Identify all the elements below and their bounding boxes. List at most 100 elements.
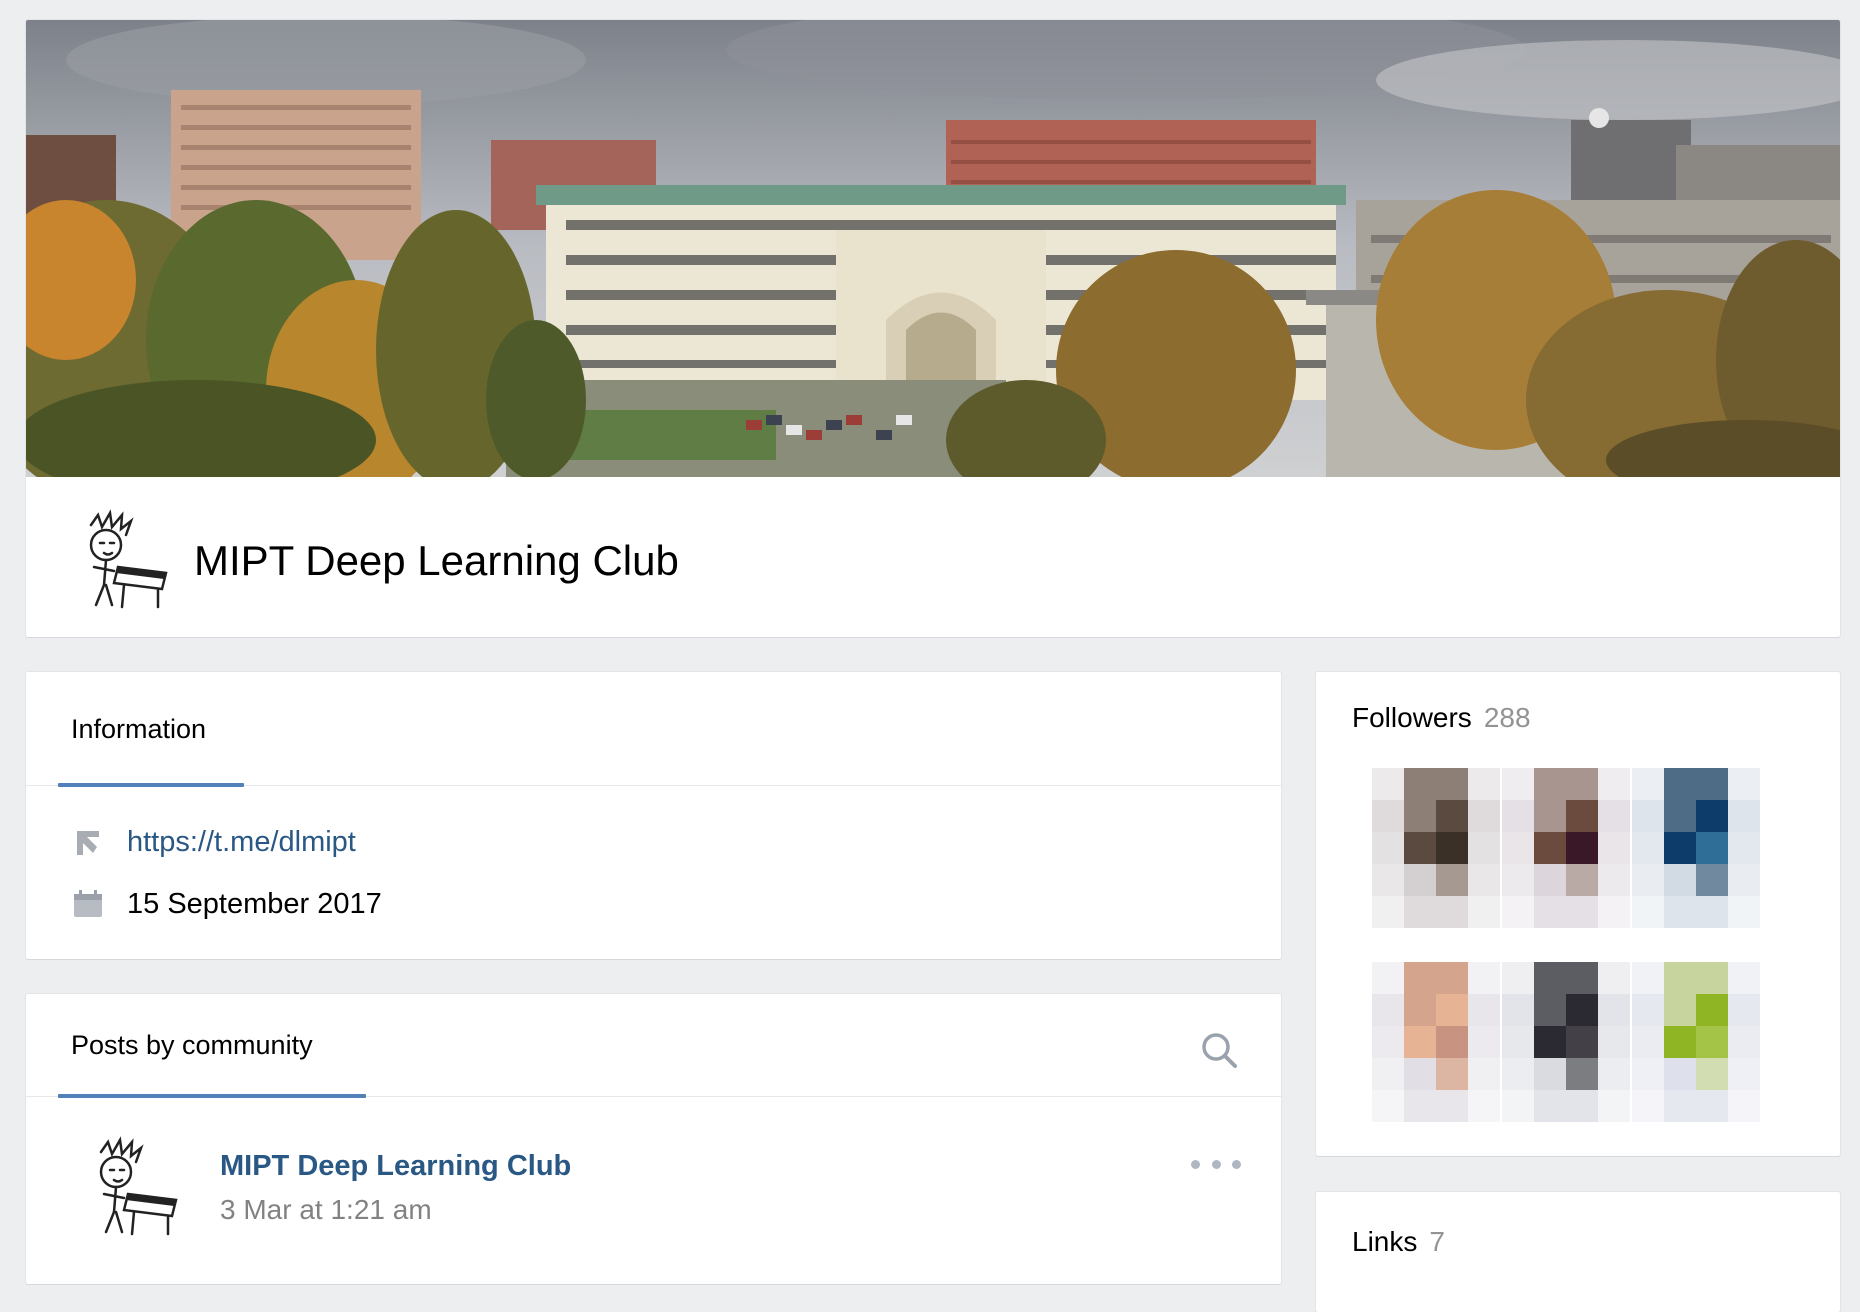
avatar-pixel bbox=[1372, 864, 1404, 896]
avatar-pixel bbox=[1566, 864, 1598, 896]
avatar-pixel bbox=[1468, 768, 1500, 800]
avatar-pixel bbox=[1534, 1058, 1566, 1090]
avatar-pixel bbox=[1372, 994, 1404, 1026]
avatar-pixel bbox=[1566, 768, 1598, 800]
avatar-pixel bbox=[1436, 1090, 1468, 1122]
avatar-pixel bbox=[1632, 994, 1664, 1026]
avatar-pixel bbox=[1632, 1090, 1664, 1122]
avatar-pixel bbox=[1534, 896, 1566, 928]
follower-avatar[interactable] bbox=[1502, 768, 1632, 946]
avatar-pixel bbox=[1696, 864, 1728, 896]
avatar-pixel bbox=[1566, 1058, 1598, 1090]
avatar-pixel bbox=[1632, 768, 1664, 800]
avatar-pixel bbox=[1696, 962, 1728, 994]
followers-card: Followers 288 bbox=[1316, 672, 1840, 1156]
avatar-pixel bbox=[1468, 1058, 1500, 1090]
avatar-pixel bbox=[1534, 768, 1566, 800]
links-title: Links bbox=[1352, 1226, 1418, 1257]
group-avatar[interactable] bbox=[66, 507, 176, 617]
tab-posts-by-community[interactable]: Posts by community bbox=[71, 1028, 313, 1062]
post-author-name[interactable]: MIPT Deep Learning Club bbox=[220, 1148, 571, 1184]
avatar-pixel bbox=[1664, 1058, 1696, 1090]
followers-heading[interactable]: Followers 288 bbox=[1352, 700, 1531, 736]
avatar-pixel bbox=[1664, 864, 1696, 896]
avatar-pixel bbox=[1566, 994, 1598, 1026]
avatar-pixel bbox=[1598, 832, 1630, 864]
avatar-pixel bbox=[1436, 800, 1468, 832]
avatar-pixel bbox=[1598, 896, 1630, 928]
avatar-pixel bbox=[1404, 1058, 1436, 1090]
info-link-row: https://t.me/dlmipt bbox=[71, 822, 356, 862]
calendar-icon bbox=[71, 887, 105, 921]
avatar-pixel bbox=[1468, 864, 1500, 896]
more-dots-icon[interactable] bbox=[1191, 1154, 1241, 1174]
avatar-pixel bbox=[1372, 800, 1404, 832]
avatar-pixel bbox=[1728, 800, 1760, 832]
avatar-pixel bbox=[1598, 768, 1630, 800]
info-date: 15 September 2017 bbox=[127, 888, 382, 920]
avatar-pixel bbox=[1404, 800, 1436, 832]
avatar-pixel bbox=[1664, 768, 1696, 800]
follower-avatar[interactable] bbox=[1632, 962, 1762, 1140]
avatar-pixel bbox=[1404, 962, 1436, 994]
avatar-pixel bbox=[1632, 1026, 1664, 1058]
avatar-pixel bbox=[1696, 832, 1728, 864]
avatar-pixel bbox=[1696, 1090, 1728, 1122]
avatar-pixel bbox=[1728, 832, 1760, 864]
avatar-pixel bbox=[1534, 1090, 1566, 1122]
posts-card: Posts by community MIPT Deep Learning Cl… bbox=[26, 994, 1281, 1284]
avatar-pixel bbox=[1404, 896, 1436, 928]
avatar-pixel bbox=[1534, 832, 1566, 864]
avatar-pixel bbox=[1632, 1058, 1664, 1090]
avatar-pixel bbox=[1436, 768, 1468, 800]
avatar-pixel bbox=[1598, 994, 1630, 1026]
avatar-pixel bbox=[1598, 1090, 1630, 1122]
avatar-pixel bbox=[1404, 768, 1436, 800]
avatar-pixel bbox=[1404, 1090, 1436, 1122]
avatar-pixel bbox=[1502, 994, 1534, 1026]
avatar-pixel bbox=[1632, 896, 1664, 928]
avatar-pixel bbox=[1696, 1058, 1728, 1090]
avatar-pixel bbox=[1696, 800, 1728, 832]
avatar-pixel bbox=[1436, 1026, 1468, 1058]
info-date-row: 15 September 2017 bbox=[71, 884, 382, 924]
avatar-pixel bbox=[1468, 832, 1500, 864]
follower-avatar[interactable] bbox=[1502, 962, 1632, 1140]
avatar-pixel bbox=[1728, 896, 1760, 928]
avatar-pixel bbox=[1502, 896, 1534, 928]
search-icon[interactable] bbox=[1199, 1030, 1239, 1070]
avatar-pixel bbox=[1436, 994, 1468, 1026]
avatar-pixel bbox=[1664, 832, 1696, 864]
post-author-avatar[interactable] bbox=[76, 1134, 186, 1244]
avatar-pixel bbox=[1728, 1090, 1760, 1122]
avatar-pixel bbox=[1436, 1058, 1468, 1090]
avatar-pixel bbox=[1664, 994, 1696, 1026]
avatar-pixel bbox=[1632, 832, 1664, 864]
tab-active-indicator bbox=[58, 783, 244, 787]
information-card: Information https://t.me/dlmipt 15 Septe… bbox=[26, 672, 1281, 959]
avatar-pixel bbox=[1598, 962, 1630, 994]
links-count: 7 bbox=[1429, 1226, 1445, 1257]
cover-image bbox=[26, 20, 1840, 477]
avatar-pixel bbox=[1566, 962, 1598, 994]
follower-avatar[interactable] bbox=[1372, 962, 1502, 1140]
avatar-pixel bbox=[1372, 832, 1404, 864]
avatar-pixel bbox=[1502, 1090, 1534, 1122]
follower-avatar[interactable] bbox=[1372, 768, 1502, 946]
follower-avatar[interactable] bbox=[1632, 768, 1762, 946]
avatar-pixel bbox=[1566, 1090, 1598, 1122]
followers-title: Followers bbox=[1352, 702, 1472, 733]
avatar-pixel bbox=[1436, 896, 1468, 928]
avatar-pixel bbox=[1372, 1026, 1404, 1058]
info-link[interactable]: https://t.me/dlmipt bbox=[127, 822, 356, 862]
avatar-pixel bbox=[1728, 1026, 1760, 1058]
tab-information[interactable]: Information bbox=[71, 712, 206, 746]
avatar-pixel bbox=[1468, 994, 1500, 1026]
avatar-pixel bbox=[1566, 896, 1598, 928]
avatar-pixel bbox=[1404, 832, 1436, 864]
avatar-pixel bbox=[1632, 864, 1664, 896]
links-heading[interactable]: Links 7 bbox=[1352, 1224, 1445, 1260]
avatar-pixel bbox=[1468, 1090, 1500, 1122]
avatar-pixel bbox=[1598, 864, 1630, 896]
post-date[interactable]: 3 Mar at 1:21 am bbox=[220, 1192, 432, 1228]
